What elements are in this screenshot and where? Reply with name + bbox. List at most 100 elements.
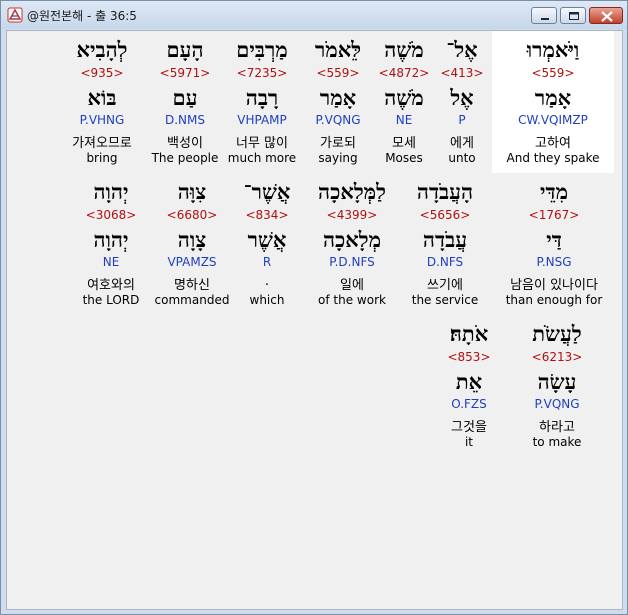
title-bar[interactable]: @원전본해 - 출 36:5: [1, 1, 627, 29]
strong-number[interactable]: <4399>: [305, 208, 399, 222]
strong-number[interactable]: <559>: [492, 66, 614, 80]
korean-gloss: 남음이 있나이다: [510, 278, 598, 293]
hebrew-word: לַמְּלָאכָה: [318, 179, 386, 204]
korean-gloss: 백성이: [167, 136, 203, 151]
strong-number[interactable]: <7235>: [222, 66, 302, 80]
korean-gloss: 고하여: [535, 136, 571, 151]
korean-gloss: 가져오므로: [72, 136, 132, 151]
strong-number[interactable]: <853>: [432, 350, 506, 364]
hebrew-lemma: אֲשֶׁר: [247, 227, 287, 252]
korean-gloss: 하라고: [539, 420, 575, 435]
hebrew-lemma: עַם: [172, 85, 198, 110]
hebrew-word: לֵּאמֹר: [314, 37, 362, 62]
strong-number[interactable]: <3068>: [73, 208, 149, 222]
morph-code: VPAMZS: [167, 255, 217, 269]
strong-number[interactable]: <5971>: [145, 66, 225, 80]
word-cell-2-4[interactable]: אֲשֶׁר־ <834> אֲשֶׁר R . which: [231, 173, 303, 315]
korean-gloss: 쓰기에: [427, 278, 463, 293]
hebrew-word: לַעֲשֹׂת: [532, 321, 582, 346]
maximize-button[interactable]: [560, 7, 586, 24]
morph-code: P.D.NFS: [329, 255, 375, 269]
strong-number[interactable]: <6213>: [517, 350, 597, 364]
hebrew-lemma: בּוֹא: [87, 85, 117, 110]
strong-number[interactable]: <834>: [231, 208, 303, 222]
english-gloss: saying: [318, 151, 358, 165]
minimize-button[interactable]: [531, 7, 557, 24]
hebrew-lemma: מְלָאכָה: [322, 227, 382, 252]
hebrew-word: לְהָבִיא: [76, 37, 128, 62]
hebrew-word: הָעָם: [166, 37, 204, 62]
english-gloss: bring: [86, 151, 118, 165]
close-button[interactable]: [589, 7, 623, 24]
hebrew-lemma: דַּי: [546, 227, 562, 252]
morph-code: D.NFS: [426, 255, 464, 269]
english-gloss: And they spake: [506, 151, 600, 165]
hebrew-word: וַיֹּאמְרוּ: [526, 37, 580, 62]
korean-gloss: 여호와의: [87, 278, 135, 293]
morph-code: NE: [395, 113, 413, 127]
word-cell-1-4[interactable]: לֵּאמֹר <559> אָמַר P.VQNG 가로되 saying: [299, 31, 377, 173]
hebrew-lemma: רָבָה: [245, 85, 279, 110]
word-cell-1-5[interactable]: מַרְבִּים <7235> רָבָה VHPAMP 너무 많이 much…: [222, 31, 302, 173]
interlinear-content: וַיֹּאמְרוּ <559> אָמַר CW.VQIMZP 고하여 An…: [6, 30, 623, 610]
hebrew-word: מֹשֶׁה: [384, 37, 424, 62]
english-gloss: than enough for: [505, 293, 603, 307]
hebrew-lemma: יְהוָה: [93, 227, 129, 252]
word-cell-2-3[interactable]: לַמְּלָאכָה <4399> מְלָאכָה P.D.NFS 일에 o…: [305, 173, 399, 315]
word-cell-3-2[interactable]: אֹתָהּ׃ <853> אֵת O.FZS 그것을 it: [432, 315, 506, 457]
app-icon[interactable]: [7, 7, 23, 23]
word-cell-1-7[interactable]: לְהָבִיא <935> בּוֹא P.VHNG 가져오므로 bring: [59, 31, 145, 173]
strong-number[interactable]: <935>: [59, 66, 145, 80]
word-cell-1-6[interactable]: הָעָם <5971> עַם D.NMS 백성이 The people: [145, 31, 225, 173]
hebrew-lemma: מֹשֶׁה: [384, 85, 424, 110]
minimize-icon: [541, 18, 549, 20]
hebrew-lemma: אֵת: [455, 369, 483, 394]
english-gloss: the service: [411, 293, 479, 307]
english-gloss: the LORD: [82, 293, 140, 307]
word-cell-2-2[interactable]: הָעֲבֹדָה <5656> עֲבֹדָה D.NFS 쓰기에 the s…: [404, 173, 486, 315]
hebrew-word: הָעֲבֹדָה: [416, 179, 474, 204]
hebrew-lemma: עָשָׂה: [537, 369, 577, 394]
word-cell-3-1[interactable]: לַעֲשֹׂת <6213> עָשָׂה P.VQNG 하라고 to mak…: [517, 315, 597, 457]
window-title: @원전본해 - 출 36:5: [27, 9, 137, 23]
english-gloss: commanded: [154, 293, 230, 307]
korean-gloss: 가로되: [320, 136, 356, 151]
korean-gloss: 모세: [392, 136, 416, 151]
morph-code: P.VHNG: [79, 113, 125, 127]
word-cell-2-5[interactable]: צִוָּה <6680> צָוָה VPAMZS 명하신 commanded: [152, 173, 232, 315]
korean-gloss: 명하신: [174, 278, 210, 293]
english-gloss: The people: [151, 151, 219, 165]
morph-code: P.NSG: [536, 255, 572, 269]
korean-gloss: 그것을: [451, 420, 487, 435]
morph-code: O.FZS: [451, 397, 487, 411]
strong-number[interactable]: <1767>: [491, 208, 617, 222]
hebrew-word: אֹתָהּ׃: [449, 321, 489, 346]
hebrew-word: מַרְבִּים: [236, 37, 288, 62]
morph-code: R: [262, 255, 272, 269]
korean-gloss: 너무 많이: [236, 136, 288, 151]
strong-number[interactable]: <4872>: [369, 66, 439, 80]
hebrew-word: צִוָּה: [177, 179, 207, 204]
strong-number[interactable]: <6680>: [152, 208, 232, 222]
hebrew-lemma: אָמַר: [534, 85, 572, 110]
morph-code: CW.VQIMZP: [518, 113, 588, 127]
hebrew-lemma: עֲבֹדָה: [422, 227, 468, 252]
strong-number[interactable]: <559>: [299, 66, 377, 80]
strong-number[interactable]: <5656>: [404, 208, 486, 222]
english-gloss: which: [249, 293, 285, 307]
app-window: @원전본해 - 출 36:5 וַיֹּאמְרוּ <559> אָמַר C…: [0, 0, 628, 615]
word-cell-1-3[interactable]: מֹשֶׁה <4872> מֹשֶׁה NE 모세 Moses: [369, 31, 439, 173]
korean-gloss: 일에: [340, 278, 364, 293]
morph-code: D.NMS: [164, 113, 205, 127]
english-gloss: much more: [227, 151, 297, 165]
morph-code: NE: [102, 255, 120, 269]
korean-gloss: .: [264, 274, 270, 289]
word-cell-1-1[interactable]: וַיֹּאמְרוּ <559> אָמַר CW.VQIMZP 고하여 An…: [492, 31, 614, 173]
english-gloss: of the work: [318, 293, 386, 307]
word-cell-2-6[interactable]: יְהוָה <3068> יְהוָה NE 여호와의 the LORD: [73, 173, 149, 315]
hebrew-lemma: אָמַר: [319, 85, 357, 110]
morph-code: VHPAMP: [237, 113, 287, 127]
maximize-icon: [569, 12, 579, 20]
word-cell-2-1[interactable]: מִדֵּי <1767> דַּי P.NSG 남음이 있나이다 than e…: [491, 173, 617, 315]
english-gloss: it: [464, 435, 474, 449]
